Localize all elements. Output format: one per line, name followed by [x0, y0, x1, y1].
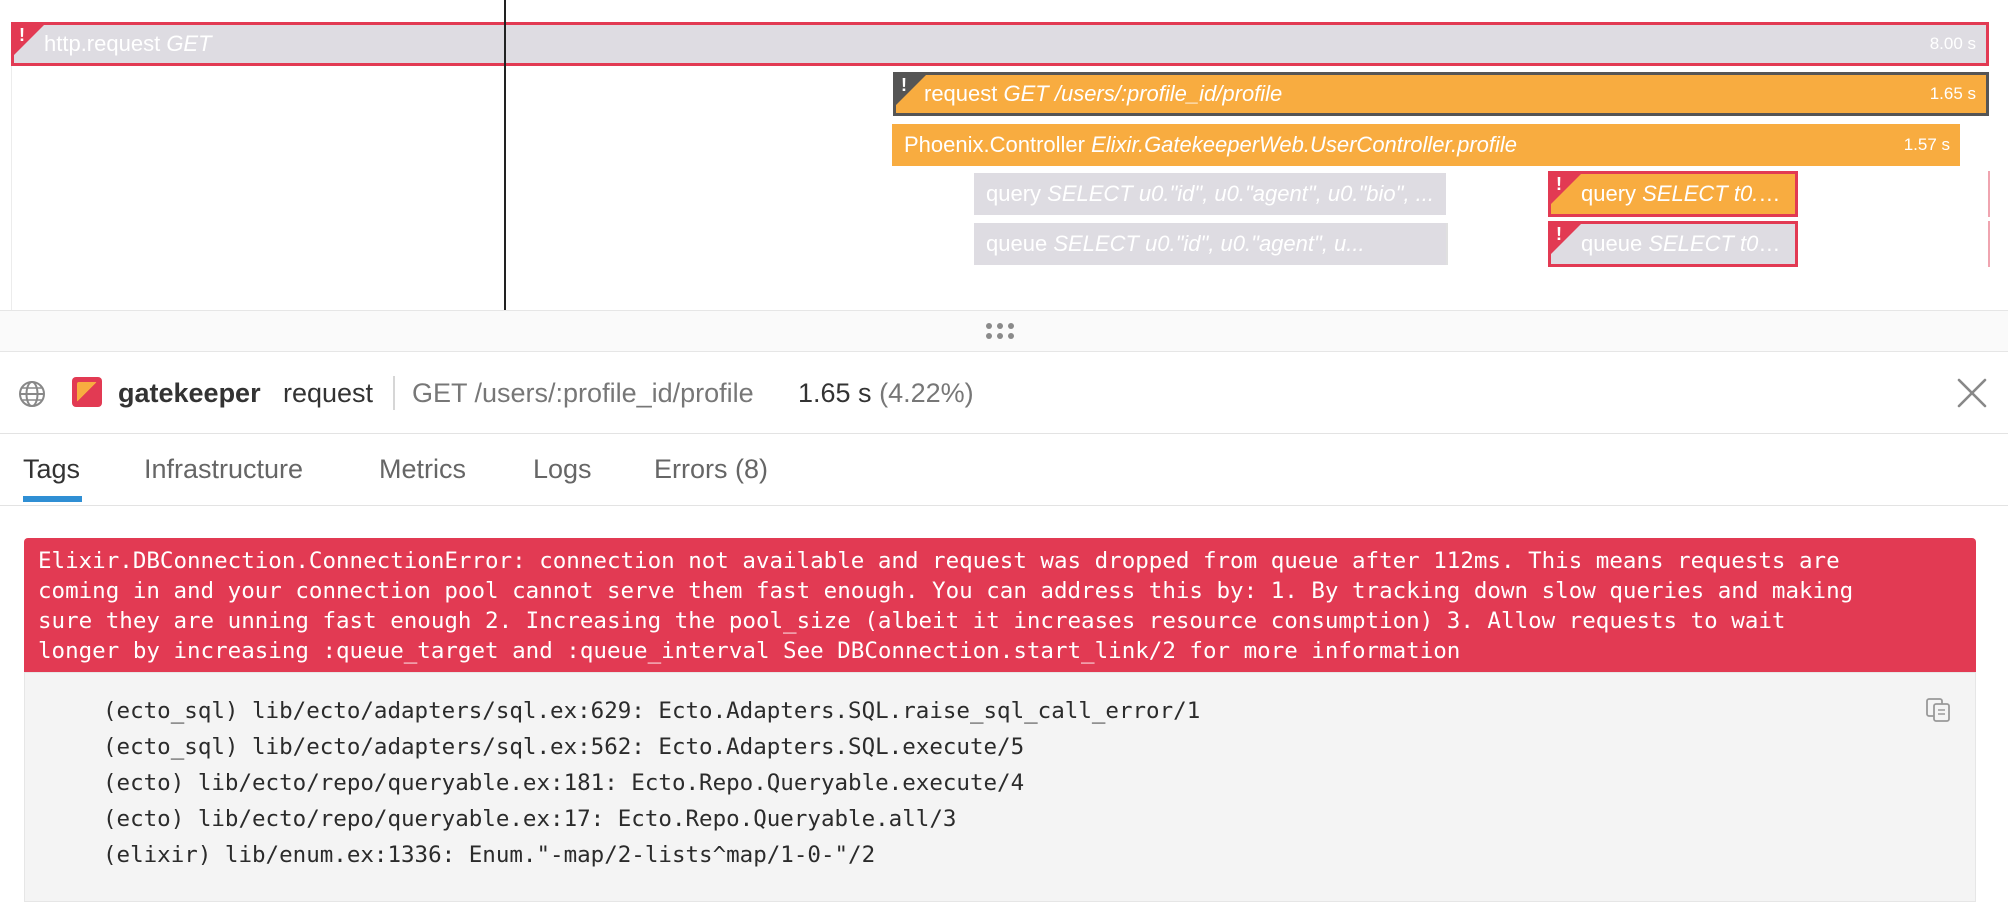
- duration-value: 1.65 s: [798, 378, 872, 408]
- tab-infrastructure[interactable]: Infrastructure: [144, 454, 303, 485]
- span-queue-error[interactable]: ! queue SELECT t0."i...: [1548, 221, 1798, 267]
- header-separator: [393, 376, 395, 410]
- span-edge-marker: [1988, 171, 1990, 217]
- flame-graph: ! http.request GET 8.00 s ! request GET …: [0, 0, 2008, 310]
- span-request-selected[interactable]: ! request GET /users/:profile_id/profile…: [893, 72, 1989, 116]
- span-label: Phoenix.Controller Elixir.GatekeeperWeb.…: [904, 132, 1518, 157]
- span-label: queue SELECT u0."id", u0."agent", u...: [986, 231, 1365, 256]
- span-edge-marker: [1988, 221, 1990, 267]
- span-query-error[interactable]: ! query SELECT t0."i...: [1548, 171, 1798, 217]
- time-cursor-line: [504, 0, 506, 310]
- drag-handle-icon[interactable]: [986, 323, 1014, 339]
- span-duration: 1.65 s: [1929, 84, 1976, 103]
- span-label: http.request GET: [44, 31, 212, 56]
- error-stack-trace[interactable]: (ecto_sql) lib/ecto/adapters/sql.ex:629:…: [24, 672, 1976, 902]
- span-duration: 1.57 s: [1903, 135, 1950, 154]
- tab-tags[interactable]: Tags: [23, 454, 80, 485]
- tab-metrics[interactable]: Metrics: [379, 454, 466, 485]
- span-label: request GET /users/:profile_id/profile: [924, 81, 1283, 106]
- span-duration-summary: 1.65 s (4.22%): [798, 376, 974, 410]
- span-query[interactable]: query SELECT u0."id", u0."agent", u0."bi…: [974, 173, 1446, 215]
- span-label: query SELECT u0."id", u0."agent", u0."bi…: [986, 181, 1435, 206]
- detail-tabs: Tags Infrastructure Metrics Logs Errors …: [0, 434, 2008, 506]
- span-duration: 8.00 s: [1929, 34, 1976, 53]
- globe-icon: [19, 381, 45, 407]
- operation-name: request: [283, 378, 374, 408]
- span-http-request[interactable]: ! http.request GET 8.00 s: [11, 22, 1989, 66]
- span-phoenix-controller[interactable]: Phoenix.Controller Elixir.GatekeeperWeb.…: [892, 124, 1960, 166]
- span-label: queue SELECT t0."i...: [1581, 231, 1785, 256]
- resource-name: GET /users/:profile_id/profile: [412, 378, 754, 408]
- flame-left-border: [11, 66, 12, 310]
- panel-resize-bar[interactable]: [0, 310, 2008, 352]
- tab-errors[interactable]: Errors (8): [654, 454, 768, 485]
- active-tab-indicator: [23, 496, 82, 502]
- tab-logs[interactable]: Logs: [533, 454, 592, 485]
- span-queue[interactable]: queue SELECT u0."id", u0."agent", u...: [974, 223, 1446, 265]
- service-name[interactable]: gatekeeper: [118, 376, 261, 410]
- error-message: Elixir.DBConnection.ConnectionError: con…: [24, 538, 1976, 672]
- duration-percent: (4.22%): [879, 378, 974, 408]
- span-separator: [1446, 223, 1448, 265]
- span-label: query SELECT t0."i...: [1581, 181, 1785, 206]
- copy-icon[interactable]: [1924, 696, 1952, 724]
- close-icon[interactable]: [1954, 375, 1990, 411]
- span-detail-header: gatekeeper request GET /users/:profile_i…: [0, 352, 2008, 434]
- service-icon: [72, 377, 102, 407]
